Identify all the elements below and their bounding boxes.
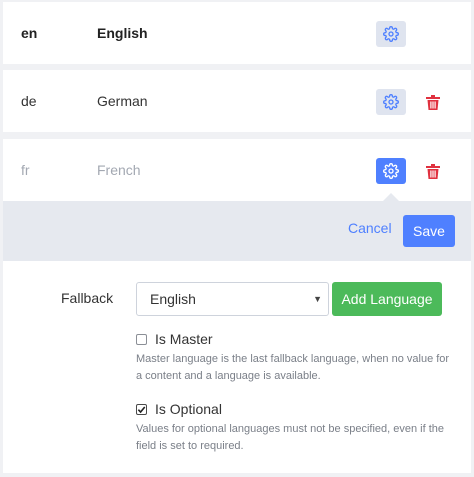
gear-icon [383, 94, 399, 110]
language-code: en [21, 25, 38, 41]
language-row-en: en English [3, 2, 471, 64]
chevron-down-icon: ▼ [313, 294, 322, 304]
delete-button[interactable] [418, 89, 448, 115]
is-optional-label: Is Optional [155, 401, 222, 417]
is-master-hint: Master language is the last fallback lan… [136, 353, 450, 382]
cancel-button[interactable]: Cancel [348, 220, 392, 236]
delete-button[interactable] [418, 158, 448, 184]
gear-icon [383, 163, 399, 179]
language-row-de: de German [3, 70, 471, 132]
is-optional-checkbox[interactable] [136, 403, 147, 415]
fallback-select[interactable]: English ▼ [136, 282, 329, 316]
add-language-button[interactable]: Add Language [332, 282, 442, 316]
trash-icon [426, 94, 440, 110]
trash-icon [426, 163, 440, 179]
language-name: English [97, 25, 148, 41]
is-master-label: Is Master [155, 331, 213, 347]
save-button[interactable]: Save [403, 215, 455, 247]
is-optional-option: Is Optional [136, 401, 222, 417]
settings-button[interactable] [376, 158, 406, 184]
is-optional-hint: Values for optional languages must not b… [136, 423, 444, 452]
fallback-selected-value: English [150, 291, 196, 307]
settings-button[interactable] [376, 89, 406, 115]
fallback-label: Fallback [61, 290, 114, 306]
panel-notch [383, 193, 399, 201]
language-edit-panel: Cancel Save Fallback English ▼ Add Langu… [3, 193, 471, 473]
is-master-checkbox[interactable] [136, 333, 147, 345]
check-icon [137, 405, 146, 413]
language-name: French [97, 162, 141, 178]
gear-icon [383, 26, 399, 42]
is-master-option: Is Master [136, 331, 213, 347]
language-row-fr: fr French [3, 139, 471, 201]
language-code: de [21, 93, 37, 109]
language-code: fr [21, 162, 30, 178]
settings-button[interactable] [376, 21, 406, 47]
panel-action-bar: Cancel Save [3, 201, 471, 261]
language-name: German [97, 93, 148, 109]
